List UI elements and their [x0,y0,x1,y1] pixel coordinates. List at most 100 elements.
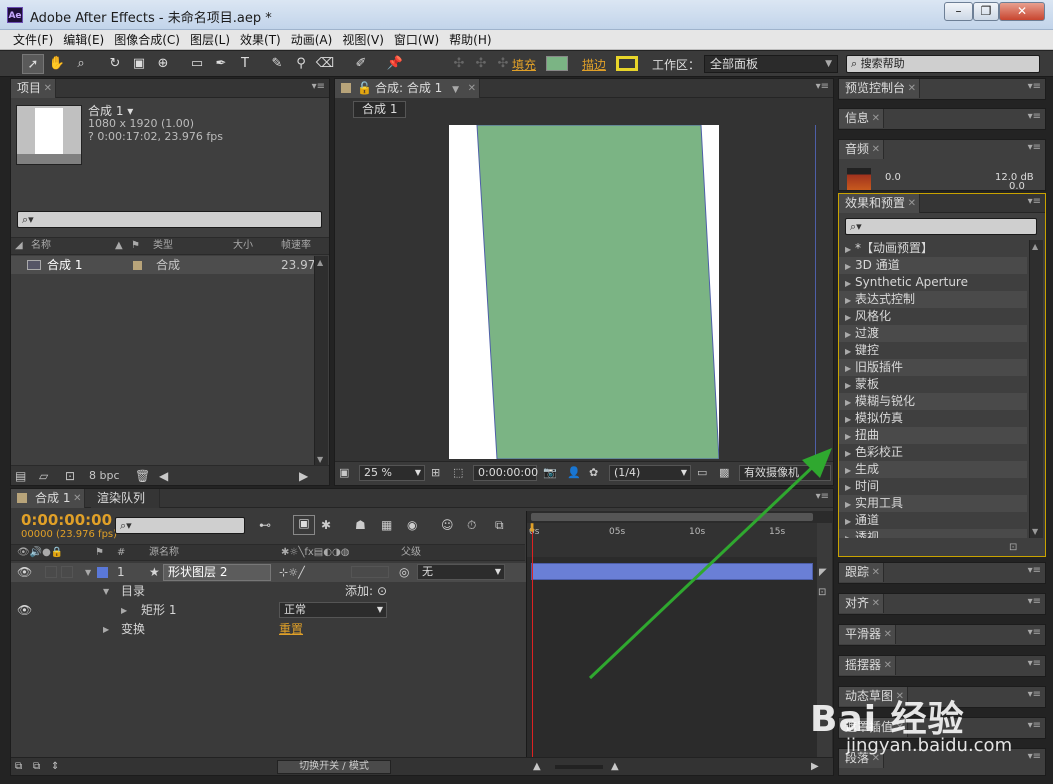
effects-category-item[interactable]: ▶ *【动画预置】 [839,240,1027,257]
expand-right-icon[interactable]: ▶ [845,343,855,360]
expand-right-icon[interactable]: ▶ [845,309,855,326]
scroll-up-icon[interactable]: ▲ [1032,242,1038,251]
current-time-indicator[interactable] [532,525,533,771]
motion-blur-icon[interactable]: ◉ [407,518,417,532]
expand-down-icon[interactable]: ▼ [103,582,109,601]
effects-category-item[interactable]: ▶ 时间 [839,478,1027,495]
column-fps[interactable]: 帧速率 [281,238,311,254]
effects-category-item[interactable]: ▶ 表达式控制 [839,291,1027,308]
menu-item-2[interactable]: 图像合成(C) [109,30,185,50]
lock-toggle[interactable] [61,566,73,578]
expand-right-icon[interactable]: ▶ [845,428,855,445]
pen-tool-icon[interactable]: ✒ [210,54,232,74]
layer-row[interactable]: 👁 ▼ 1 ★ 形状图层 2 ⊹☼╱ ◎ 无 ▼ [11,563,535,582]
new-comp-icon[interactable]: ⊡ [65,466,75,486]
close-icon[interactable]: ✕ [908,79,916,98]
expand-right-icon[interactable]: ▶ [845,292,855,309]
snapshot-icon[interactable]: 📷 [543,462,557,484]
solo-toggle[interactable] [45,566,57,578]
zoom-in-icon[interactable]: ▲ [611,758,619,776]
add-arrow-icon[interactable]: ⊙ [377,582,387,601]
project-item-row[interactable]: 合成 1 合成 23.976 ⊞ [11,256,323,274]
column-type[interactable]: 类型 [153,238,173,254]
toggle-switches-modes-button[interactable]: 切换开关 / 模式 [277,760,391,774]
panel-menu-icon[interactable]: ▾≡ [1028,689,1041,700]
tab-project[interactable]: 项目 ✕ [11,79,57,98]
new-folder-icon[interactable]: ▱ [39,466,48,486]
panel-menu-icon[interactable]: ▾≡ [1028,596,1041,607]
roto-brush-tool-icon[interactable]: ✐ [350,54,372,74]
menu-item-1[interactable]: 编辑(E) [58,30,109,50]
scroll-left-icon[interactable]: ◀ [159,466,168,486]
scroll-down-icon[interactable]: ▼ [1032,527,1038,536]
in-out-toggle-icon[interactable]: ⇕ [51,758,59,776]
panel-menu-icon[interactable]: ▾≡ [1028,196,1041,207]
effects-category-item[interactable]: ▶ 色彩校正 [839,444,1027,461]
expand-right-icon[interactable]: ▶ [845,394,855,411]
expand-right-icon[interactable]: ▶ [845,462,855,479]
transform-row[interactable]: ▶ 变换 重置 [11,620,535,639]
stopwatch-icon[interactable]: ⏱ [467,518,476,533]
camera-tool-icon[interactable]: ▣ [128,54,150,74]
panel-menu-icon[interactable]: ▾≡ [1028,751,1041,762]
tab-smoother[interactable]: 平滑器 ✕ [839,625,897,644]
puppet-pin-tool-icon[interactable]: 📌 [384,54,406,74]
always-preview-icon[interactable]: ▣ [339,462,349,484]
fill-swatch[interactable] [546,56,568,71]
panel-menu-icon[interactable]: ▾≡ [1028,720,1041,731]
effects-category-item[interactable]: ▶ 模糊与锐化 [839,393,1027,410]
layer-switches-toggle-icon[interactable]: ⧉ [15,758,22,776]
menu-item-8[interactable]: 帮助(H) [444,30,496,50]
comp-viewer-canvas[interactable] [449,125,719,459]
tab-preview[interactable]: 预览控制台 ✕ [839,79,921,98]
rectangle-tool-icon[interactable]: ▭ [186,54,208,74]
panel-menu-icon[interactable]: ▾≡ [1028,658,1041,669]
parent-dropdown[interactable]: 无 ▼ [417,564,505,580]
scroll-down-icon[interactable]: ▼ [317,455,323,464]
effects-search-input[interactable]: ⌕▾ [845,218,1037,235]
effects-category-item[interactable]: ▶ 模拟仿真 [839,410,1027,427]
zoom-out-icon[interactable]: ▲ [533,758,541,776]
new-preset-icon[interactable]: ⊡ [1009,542,1017,553]
scroll-right-icon[interactable]: ▶ [811,758,819,776]
menu-item-6[interactable]: 视图(V) [337,30,389,50]
hand-tool-icon[interactable]: ✋ [46,54,68,74]
fill-label[interactable]: 填充 [512,56,536,73]
pick-whip-icon[interactable]: ◎ [399,563,409,582]
type-tool-icon[interactable]: T [234,54,256,74]
timeline-current-time[interactable]: 0:00:00:00 [21,511,112,529]
panel-menu-icon[interactable]: ▾≡ [1028,565,1041,576]
menu-item-0[interactable]: 文件(F) [8,30,58,50]
add-label[interactable]: 添加: [345,582,373,601]
stroke-swatch[interactable] [616,56,638,71]
mode-boxes[interactable] [351,566,389,578]
tab-tracker[interactable]: 跟踪 ✕ [839,563,885,582]
tab-effects-presets[interactable]: 效果和预置 ✕ [839,194,921,213]
column-size[interactable]: 大小 [233,238,253,254]
eye-icon[interactable]: 👁 [17,563,32,582]
project-scrollbar[interactable]: ▲ ▼ [314,256,328,466]
tab-align[interactable]: 对齐 ✕ [839,594,885,613]
close-icon[interactable]: ✕ [884,625,892,644]
column-name[interactable]: 名称 [31,238,51,254]
expand-right-icon[interactable]: ▶ [845,479,855,496]
effects-category-item[interactable]: ▶ 扭曲 [839,427,1027,444]
minimize-button[interactable]: – [944,2,973,21]
rotate-tool-icon[interactable]: ↻ [104,54,126,74]
effects-category-item[interactable]: ▶ 风格化 [839,308,1027,325]
expand-right-icon[interactable]: ▶ [103,620,109,639]
menu-item-7[interactable]: 窗口(W) [389,30,444,50]
help-search-input[interactable]: ⌕ 搜索帮助 [846,55,1040,73]
current-time-field[interactable]: 0:00:00:00 [473,465,538,481]
tab-render-queue[interactable]: 渲染队列 [91,489,161,508]
panel-menu-icon[interactable]: ▾≡ [1028,627,1041,638]
transfer-controls-icon[interactable]: ⧉ [33,758,40,776]
stroke-label[interactable]: 描边 [582,56,606,73]
brush-tool-icon[interactable]: ✎ [266,54,288,74]
effects-category-item[interactable]: ▶ 3D 通道 [839,257,1027,274]
layer-label-swatch[interactable] [97,567,108,578]
comp-nav-tab[interactable]: 合成 1 [353,101,407,118]
timeline-search-input[interactable]: ⌕▾ [115,517,245,534]
frame-blending-icon[interactable]: ▦ [381,518,392,532]
project-search-input[interactable]: ⌕▾ [17,211,322,228]
